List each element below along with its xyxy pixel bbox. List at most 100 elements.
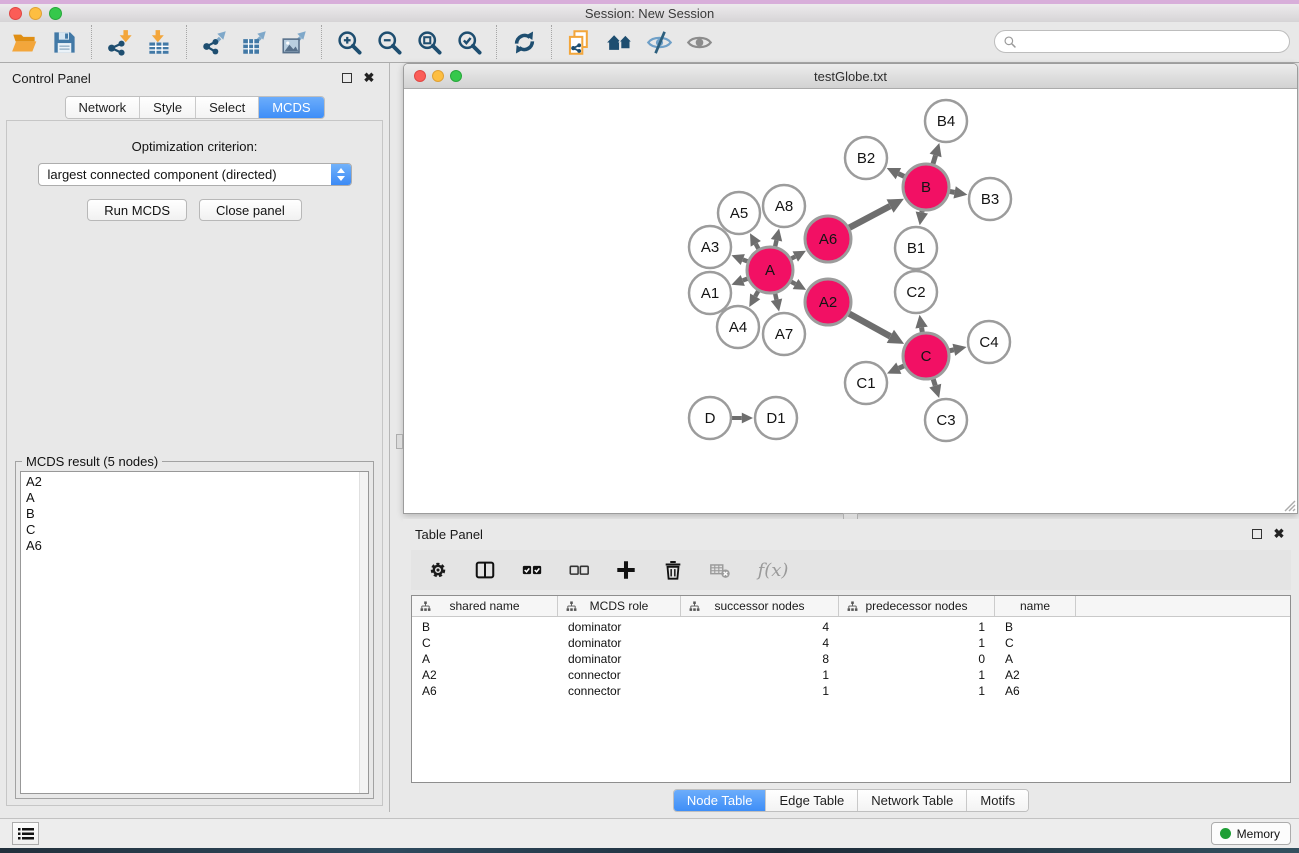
edge-A6-B[interactable] — [849, 206, 890, 228]
node-label-B3: B3 — [981, 191, 999, 208]
edge-A-A8[interactable] — [775, 240, 776, 246]
column-header-successor-nodes[interactable]: successor nodes — [681, 596, 839, 616]
tab-style[interactable]: Style — [140, 97, 196, 118]
network-graph[interactable]: B4B2BB3A8A5A6B1A3AC2A1A2A4A7C4CC1C3DD1 — [404, 89, 1297, 513]
tab-mcds[interactable]: MCDS — [259, 97, 323, 118]
control-panel-tabs: NetworkStyleSelectMCDS — [64, 96, 324, 119]
run-mcds-button[interactable]: Run MCDS — [87, 199, 187, 221]
tab-motifs[interactable]: Motifs — [967, 790, 1028, 811]
zoom-out-button[interactable] — [369, 24, 409, 60]
edge-C-C2[interactable] — [922, 328, 923, 333]
column-header-predecessor-nodes[interactable]: predecessor nodes — [839, 596, 995, 616]
save-session-icon — [51, 29, 78, 56]
table-row[interactable]: Bdominator41B — [412, 619, 1290, 635]
mcds-result-group: MCDS result (5 nodes) A2ABCA6 — [15, 461, 374, 799]
arrowhead-icon — [930, 143, 942, 157]
hide-selected-button[interactable] — [639, 24, 679, 60]
zoom-fit-button[interactable] — [409, 24, 449, 60]
edge-A-A6[interactable] — [791, 256, 795, 258]
table-row[interactable]: A2connector11A2 — [412, 667, 1290, 683]
tab-select[interactable]: Select — [196, 97, 259, 118]
column-header-name[interactable]: name — [995, 596, 1076, 616]
apply-layout-button[interactable] — [504, 24, 544, 60]
close-table-panel-button[interactable]: ✖ — [1271, 526, 1287, 542]
export-table-button[interactable] — [234, 24, 274, 60]
splitter-handle-vertical[interactable] — [396, 434, 403, 449]
select-all-button[interactable] — [517, 554, 547, 586]
edge-A-A5[interactable] — [756, 244, 759, 249]
zoom-in-button[interactable] — [329, 24, 369, 60]
zoom-out-icon — [376, 29, 403, 56]
function-builder-button: f(x) — [752, 554, 794, 586]
network-canvas[interactable]: B4B2BB3A8A5A6B1A3AC2A1A2A4A7C4CC1C3DD1 — [404, 89, 1297, 513]
network-from-document-button[interactable] — [559, 24, 599, 60]
toolbar-separator — [321, 25, 322, 59]
edge-A2-C[interactable] — [849, 314, 890, 337]
tab-network-table[interactable]: Network Table — [858, 790, 967, 811]
export-image-button[interactable] — [274, 24, 314, 60]
edge-A-A4[interactable] — [755, 291, 758, 296]
hide-selected-icon — [646, 29, 673, 56]
tab-edge-table[interactable]: Edge Table — [766, 790, 858, 811]
edge-C-C3[interactable] — [933, 379, 935, 386]
deselect-all-button[interactable] — [564, 554, 594, 586]
mcds-result-item[interactable]: A6 — [21, 538, 368, 554]
table-panel-title: Table Panel — [415, 527, 1243, 542]
float-table-panel-button[interactable] — [1249, 526, 1265, 542]
float-panel-button[interactable] — [339, 70, 355, 86]
table-cell: dominator — [558, 619, 681, 635]
criterion-dropdown[interactable]: largest connected component (directed) — [38, 163, 352, 186]
node-label-D1: D1 — [766, 410, 785, 427]
save-session-button[interactable] — [44, 24, 84, 60]
tab-node-table[interactable]: Node Table — [674, 790, 767, 811]
memory-button[interactable]: Memory — [1211, 822, 1291, 845]
close-panel-button-mcds[interactable]: Close panel — [199, 199, 302, 221]
node-label-B4: B4 — [937, 113, 955, 130]
delete-button[interactable] — [658, 554, 688, 586]
zoom-selected-button[interactable] — [449, 24, 489, 60]
columns-button[interactable] — [470, 554, 500, 586]
column-header-mcds-role[interactable]: MCDS role — [558, 596, 681, 616]
table-cell: connector — [558, 667, 681, 683]
edge-B-B4[interactable] — [933, 155, 936, 164]
toolbar-separator — [186, 25, 187, 59]
table-cell: 1 — [681, 667, 839, 683]
table-row[interactable]: Adominator80A — [412, 651, 1290, 667]
edge-A-A1[interactable] — [743, 279, 748, 281]
edge-B-B3[interactable] — [950, 191, 955, 192]
add-button[interactable] — [611, 554, 641, 586]
result-scrollbar[interactable] — [359, 472, 368, 793]
resize-grip-icon[interactable] — [1284, 500, 1296, 512]
table-cell: connector — [558, 683, 681, 699]
add-icon — [615, 559, 637, 581]
edge-C-C1[interactable] — [899, 366, 904, 368]
mcds-result-list[interactable]: A2ABCA6 — [20, 471, 369, 794]
search-box[interactable] — [994, 30, 1290, 53]
edge-A-A3[interactable] — [743, 260, 748, 262]
table-row[interactable]: A6connector11A6 — [412, 683, 1290, 699]
edge-B-B2[interactable] — [898, 174, 904, 177]
table-row[interactable]: Cdominator41C — [412, 635, 1290, 651]
gear-button[interactable] — [423, 554, 453, 586]
houses-button[interactable] — [599, 24, 639, 60]
mcds-result-item[interactable]: C — [21, 522, 368, 538]
export-network-button[interactable] — [194, 24, 234, 60]
import-network-button[interactable] — [99, 24, 139, 60]
mcds-result-item[interactable]: A2 — [21, 474, 368, 490]
node-label-A6: A6 — [819, 231, 837, 248]
mcds-result-item[interactable]: A — [21, 490, 368, 506]
edge-C-C4[interactable] — [949, 350, 953, 351]
open-session-button[interactable] — [4, 24, 44, 60]
column-label: predecessor nodes — [865, 599, 967, 613]
column-header-shared-name[interactable]: shared name — [412, 596, 558, 616]
edge-A-A2[interactable] — [791, 282, 796, 284]
column-label: shared name — [449, 599, 519, 613]
search-input[interactable] — [1022, 34, 1281, 49]
edge-A-A7[interactable] — [775, 293, 776, 299]
mcds-result-item[interactable]: B — [21, 506, 368, 522]
close-panel-button[interactable]: ✖ — [361, 70, 377, 86]
tab-network[interactable]: Network — [65, 97, 140, 118]
network-window-titlebar[interactable]: testGlobe.txt — [404, 64, 1297, 89]
task-history-button[interactable] — [12, 822, 39, 845]
import-table-button[interactable] — [139, 24, 179, 60]
